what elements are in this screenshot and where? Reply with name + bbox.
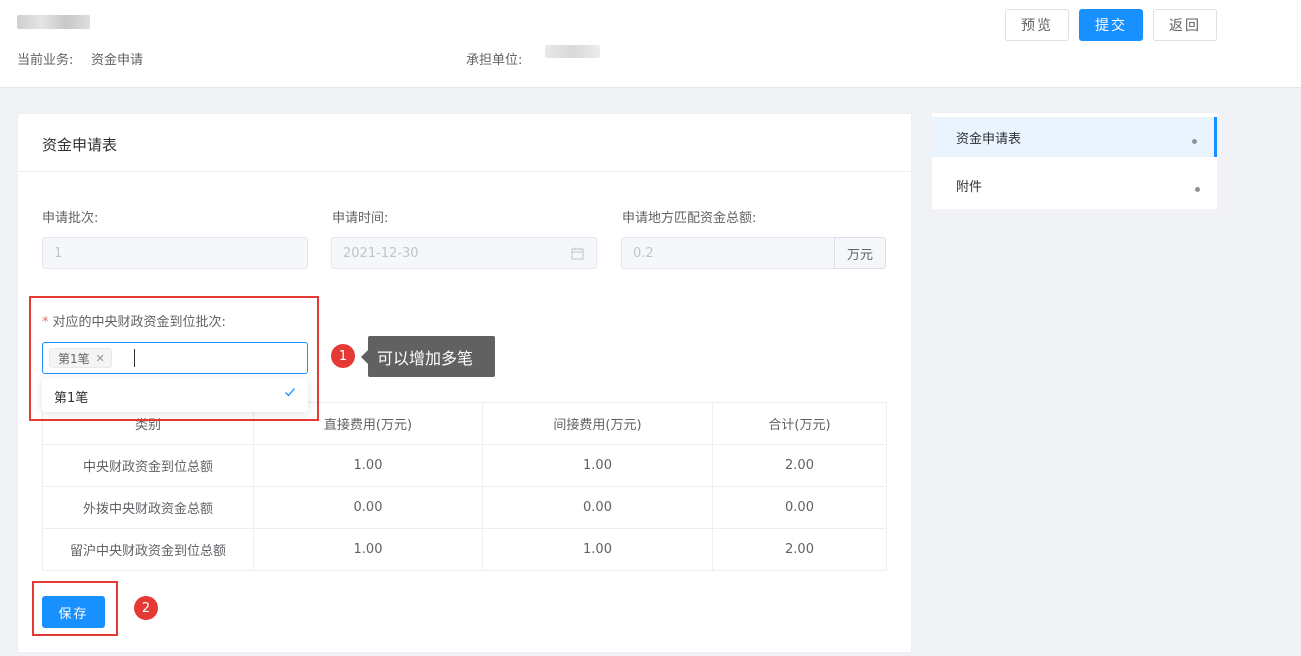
table-header-cell: 间接费用(万元)	[482, 402, 713, 445]
sidebar-item-application-form[interactable]: 资金申请表	[932, 117, 1217, 157]
sidebar-item-label: 资金申请表	[956, 131, 1022, 147]
date-input-value: 2021-12-30	[343, 245, 419, 261]
business-value: 资金申请	[91, 53, 144, 68]
check-icon	[285, 388, 295, 397]
table-cell: 2.00	[712, 444, 887, 487]
dot-icon	[1195, 187, 1200, 192]
calendar-icon	[571, 247, 584, 260]
batch-label: 申请批次:	[42, 211, 99, 226]
table-cell: 外拨中央财政资金总额	[42, 486, 254, 529]
form-title: 资金申请表	[42, 136, 118, 154]
annotation-badge-2: 2	[134, 596, 158, 620]
table-row: 中央财政资金到位总额 1.00 1.00 2.00	[42, 444, 887, 487]
blurred-unit-value	[545, 45, 600, 58]
blurred-project-title	[17, 15, 90, 29]
annotation-tooltip: 可以增加多笔	[361, 336, 495, 377]
table-header-cell: 合计(万元)	[712, 402, 887, 445]
submit-button[interactable]: 提交	[1079, 9, 1143, 41]
back-button[interactable]: 返回	[1153, 9, 1217, 41]
table-cell: 0.00	[712, 486, 887, 529]
match-amount-input[interactable]: 0.2	[621, 237, 836, 269]
dropdown-option[interactable]: 第1笔	[54, 387, 88, 406]
table-cell: 1.00	[482, 528, 713, 571]
table-cell: 1.00	[253, 528, 483, 571]
business-label: 当前业务:	[17, 53, 74, 68]
batch-input-value: 1	[54, 245, 63, 261]
table-cell: 2.00	[712, 528, 887, 571]
sidebar-item-attachment[interactable]: 附件	[932, 165, 1217, 205]
sidebar-item-label: 附件	[956, 179, 983, 195]
table-cell: 0.00	[482, 486, 713, 529]
table-cell: 1.00	[482, 444, 713, 487]
table-cell: 1.00	[253, 444, 483, 487]
table-cell: 留沪中央财政资金到位总额	[42, 528, 254, 571]
application-form-card: 资金申请表 申请批次: 1 申请时间: 2021-12-30 申请地方匹配资金总…	[17, 113, 912, 653]
dot-icon	[1192, 139, 1197, 144]
match-amount-label: 申请地方匹配资金总额:	[622, 211, 757, 226]
batch-dropdown-menu: 第1笔	[42, 378, 308, 412]
match-amount-value: 0.2	[633, 245, 654, 261]
date-label: 申请时间:	[332, 211, 389, 226]
preview-button[interactable]: 预览	[1005, 9, 1069, 41]
funds-table: 类别 直接费用(万元) 间接费用(万元) 合计(万元) 中央财政资金到位总额 1…	[42, 402, 887, 571]
card-divider	[18, 171, 911, 172]
table-row: 留沪中央财政资金到位总额 1.00 1.00 2.00	[42, 528, 887, 571]
table-cell: 中央财政资金到位总额	[42, 444, 254, 487]
table-cell: 0.00	[253, 486, 483, 529]
date-input[interactable]: 2021-12-30	[331, 237, 597, 269]
page-header: 当前业务: 资金申请 承担单位: 预览 提交 返回	[0, 0, 1301, 88]
table-row: 外拨中央财政资金总额 0.00 0.00 0.00	[42, 486, 887, 529]
unit-label: 承担单位:	[466, 53, 523, 68]
section-nav: 资金申请表 附件	[932, 113, 1217, 209]
match-amount-unit: 万元	[834, 237, 886, 269]
annotation-box-2	[32, 581, 118, 636]
batch-input[interactable]: 1	[42, 237, 308, 269]
annotation-badge-1: 1	[331, 344, 355, 368]
